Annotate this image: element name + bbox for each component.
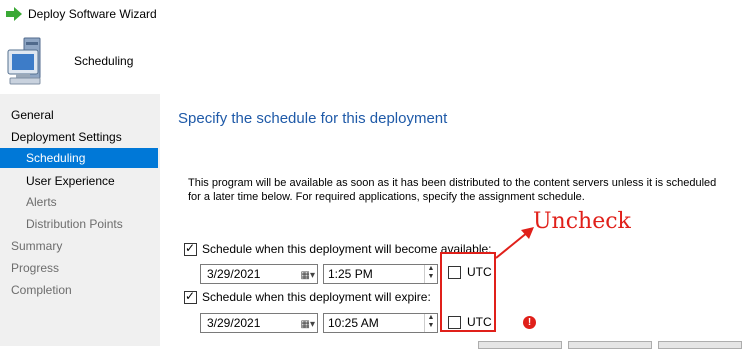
expire-date-value: 3/29/2021 [207, 316, 261, 330]
next-button[interactable] [568, 341, 652, 349]
wizard-header: Scheduling [0, 28, 753, 94]
annotation-arrow-icon [495, 227, 534, 259]
nav-item-distribution-points[interactable]: Distribution Points [26, 214, 123, 234]
window-title: Deploy Software Wizard [28, 7, 157, 21]
available-time-picker[interactable]: 1:25 PM ▲ ▼ [323, 264, 438, 284]
available-time-value: 1:25 PM [328, 267, 373, 281]
expire-schedule-label: Schedule when this deployment will expir… [202, 290, 431, 304]
summary-button[interactable] [658, 341, 742, 349]
computer-icon [7, 37, 41, 85]
annotation-callout: Uncheck [533, 209, 631, 234]
title-bar: Deploy Software Wizard [0, 0, 753, 28]
expire-time-picker[interactable]: 10:25 AM ▲ ▼ [323, 313, 438, 333]
available-date-value: 3/29/2021 [207, 267, 261, 281]
nav-item-summary[interactable]: Summary [11, 236, 62, 256]
description-text: This program will be available as soon a… [188, 177, 717, 203]
green-arrow-icon [6, 7, 22, 21]
available-schedule-checkbox[interactable] [184, 241, 197, 256]
previous-button[interactable] [478, 341, 562, 349]
nav-item-alerts[interactable]: Alerts [26, 192, 57, 212]
available-date-picker[interactable]: 3/29/2021 ▦▾ [200, 264, 318, 284]
page-title: Scheduling [74, 54, 134, 68]
nav-item-user-experience[interactable]: User Experience [26, 171, 115, 191]
time-spinner-icon[interactable]: ▲ ▼ [424, 314, 437, 332]
nav-item-general[interactable]: General [11, 105, 54, 125]
calendar-dropdown-icon[interactable]: ▦▾ [301, 267, 315, 285]
nav-item-progress[interactable]: Progress [11, 258, 59, 278]
annotation-highlight-box [440, 252, 496, 332]
error-icon: ! [523, 316, 536, 329]
nav-item-completion[interactable]: Completion [11, 280, 72, 300]
calendar-dropdown-icon[interactable]: ▦▾ [301, 316, 315, 334]
time-spinner-icon[interactable]: ▲ ▼ [424, 265, 437, 283]
expire-time-value: 10:25 AM [328, 316, 379, 330]
nav-item-scheduling[interactable]: Scheduling [0, 148, 158, 168]
section-heading: Specify the schedule for this deployment [178, 110, 448, 127]
nav-item-deployment-settings[interactable]: Deployment Settings [11, 127, 122, 147]
expire-date-picker[interactable]: 3/29/2021 ▦▾ [200, 313, 318, 333]
expire-schedule-checkbox[interactable] [184, 289, 197, 304]
wizard-nav: General Deployment Settings Scheduling U… [0, 94, 160, 346]
